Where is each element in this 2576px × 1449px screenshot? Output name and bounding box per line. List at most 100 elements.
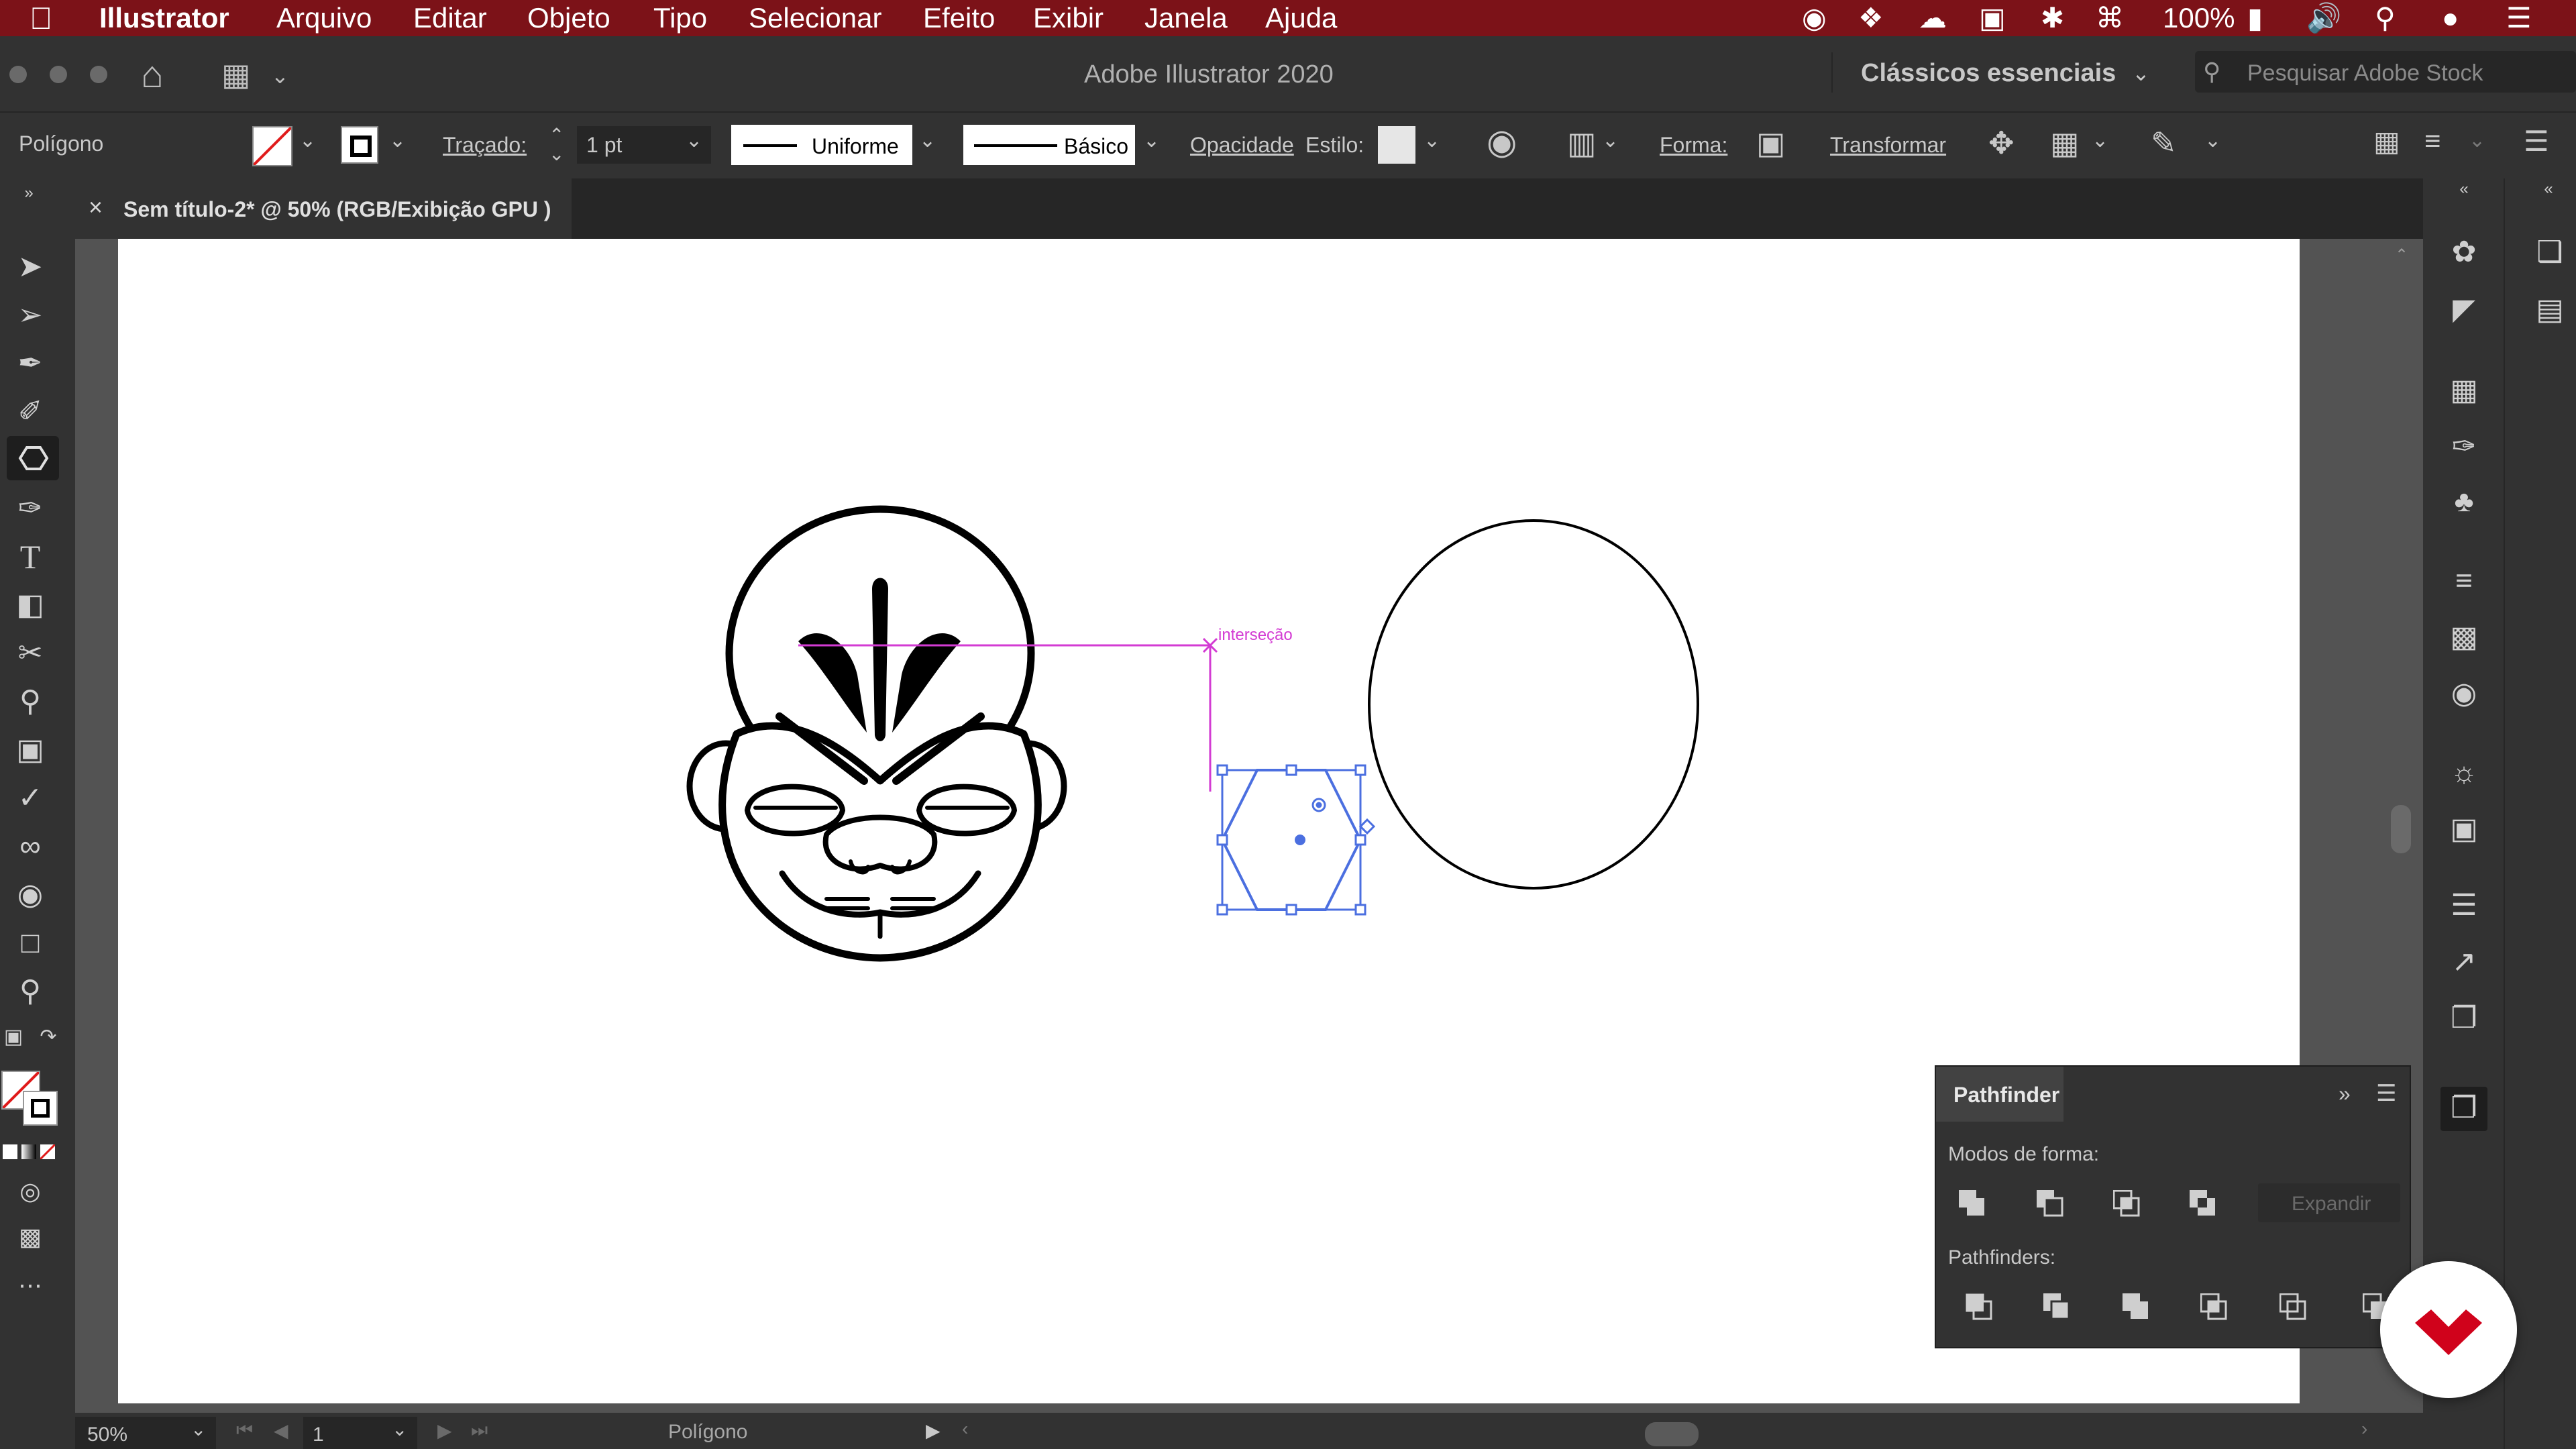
menu-exibir[interactable]: Exibir bbox=[1033, 0, 1104, 36]
distribute-icon[interactable]: ≡ bbox=[2424, 125, 2441, 157]
libraries-icon[interactable]: ❑ bbox=[2526, 232, 2573, 272]
menu-janela[interactable]: Janela bbox=[1144, 0, 1228, 36]
arrange-documents-icon[interactable]: ▦ bbox=[221, 56, 250, 93]
menu-tipo[interactable]: Tipo bbox=[653, 0, 707, 36]
swatches-icon[interactable]: ▦ bbox=[2440, 370, 2487, 411]
properties-icon[interactable]: ▤ bbox=[2526, 290, 2573, 330]
brushes-icon[interactable]: ✑ bbox=[2440, 427, 2487, 467]
spotlight-search-icon[interactable]: ⚲ bbox=[2375, 0, 2396, 36]
menu-editar[interactable]: Editar bbox=[413, 0, 487, 36]
transform-each-icon[interactable]: ✥ bbox=[1988, 125, 2015, 161]
opacity-label[interactable]: Opacidade bbox=[1190, 133, 1294, 158]
free-transform-tool-icon[interactable]: ⚲ bbox=[7, 682, 54, 722]
shape-properties-icon[interactable]: ▣ bbox=[1756, 125, 1785, 161]
selection-tool-icon[interactable]: ➤ bbox=[7, 247, 54, 287]
stock-search-input[interactable]: ⚲ Pesquisar Adobe Stock bbox=[2195, 51, 2576, 93]
scissors-tool-icon[interactable]: ✂ bbox=[7, 633, 54, 674]
brush-definition[interactable]: Básico bbox=[963, 125, 1135, 165]
window-minimize-button[interactable] bbox=[50, 66, 67, 83]
collapse-chevron-icon[interactable]: « bbox=[2440, 181, 2487, 197]
chevron-down-icon[interactable]: ⌄ bbox=[2132, 60, 2150, 86]
chevron-down-icon[interactable]: ⌄ bbox=[1424, 129, 1440, 152]
bluetooth-icon[interactable]: ✱ bbox=[2041, 0, 2064, 36]
align-icon[interactable]: ▦ bbox=[2050, 125, 2079, 161]
menu-ajuda[interactable]: Ajuda bbox=[1265, 0, 1337, 36]
blend-tool-icon[interactable]: ∞ bbox=[7, 826, 54, 867]
color-mode-button[interactable] bbox=[3, 1144, 17, 1159]
first-artboard-icon[interactable]: ⏮ bbox=[236, 1419, 253, 1442]
siri-icon[interactable]: ● bbox=[2442, 0, 2459, 36]
chevron-down-icon[interactable]: ⌄ bbox=[919, 129, 936, 152]
gradient-tool-icon[interactable]: ▣ bbox=[7, 730, 54, 770]
next-artboard-icon[interactable]: ▶ bbox=[437, 1419, 452, 1442]
artboards-icon[interactable]: ❐ bbox=[2440, 998, 2487, 1038]
gradient-mode-button[interactable] bbox=[21, 1144, 36, 1159]
horizontal-scroll-thumb[interactable] bbox=[1645, 1422, 1699, 1446]
record-icon[interactable]: ◉ bbox=[1802, 0, 1827, 36]
transform-label[interactable]: Transformar bbox=[1830, 133, 1946, 158]
symbol-sprayer-tool-icon[interactable]: ◉ bbox=[7, 875, 54, 915]
exclude-button[interactable] bbox=[2190, 1190, 2218, 1218]
workspace-switcher[interactable]: Clássicos essenciais bbox=[1861, 59, 2116, 88]
artboard-tool-icon[interactable]: □ bbox=[7, 923, 54, 963]
vertical-scroll-thumb[interactable] bbox=[2391, 805, 2411, 853]
previous-artboard-icon[interactable]: ◀ bbox=[274, 1419, 288, 1442]
brand-badge[interactable] bbox=[2380, 1261, 2517, 1398]
crop-button[interactable] bbox=[2200, 1293, 2229, 1322]
paintbrush-tool-icon[interactable]: ✑ bbox=[7, 488, 54, 529]
dropbox-icon[interactable]: ❖ bbox=[1858, 0, 1884, 36]
stroke-weight-field[interactable]: 1 pt ⌄ bbox=[577, 126, 711, 164]
collapse-chevron-icon[interactable]: « bbox=[2525, 181, 2572, 197]
chevron-down-icon[interactable]: ⌄ bbox=[299, 129, 316, 152]
panel-menu-icon[interactable]: ☰ bbox=[2376, 1080, 2396, 1107]
eyedropper-tool-icon[interactable]: ✓ bbox=[7, 778, 54, 818]
align-to-icon[interactable]: ▥ bbox=[1567, 125, 1596, 161]
chevron-down-icon[interactable]: ⌄ bbox=[389, 129, 406, 152]
puppet-warp-icon[interactable]: ✎ bbox=[2151, 125, 2177, 161]
swap-fill-stroke-icon[interactable]: ↷ bbox=[35, 1017, 62, 1057]
transparency-icon[interactable]: ◉ bbox=[2440, 674, 2487, 714]
expand-button[interactable]: Expandir bbox=[2258, 1183, 2400, 1222]
graphic-style-swatch[interactable] bbox=[1378, 126, 1415, 164]
trim-button[interactable] bbox=[2043, 1293, 2072, 1322]
reflect-tool-icon[interactable]: ◧ bbox=[7, 585, 54, 625]
fill-swatch[interactable] bbox=[252, 126, 292, 166]
notification-center-icon[interactable]: ☰ bbox=[2506, 0, 2532, 36]
control-menu-icon[interactable]: ☰ bbox=[2524, 125, 2549, 158]
pen-tool-icon[interactable]: ✒ bbox=[7, 343, 54, 384]
zoom-field[interactable]: 50% ⌄ bbox=[75, 1417, 216, 1449]
stroke-swatch[interactable] bbox=[341, 126, 378, 164]
creative-cloud-icon[interactable]: ☁ bbox=[1919, 0, 1947, 36]
stroke-stepper[interactable]: ⌃ ⌄ bbox=[549, 126, 564, 164]
export-icon[interactable]: ↗ bbox=[2440, 942, 2487, 982]
menu-arquivo[interactable]: Arquivo bbox=[276, 0, 372, 36]
pathfinder-dock-button[interactable]: ❐ bbox=[2440, 1087, 2487, 1131]
wifi-icon[interactable]: ⌘ bbox=[2096, 0, 2124, 36]
collapse-chevron-icon[interactable]: » bbox=[5, 185, 52, 201]
color-guide-icon[interactable]: ✿ bbox=[2440, 232, 2487, 272]
gradient-panel-icon[interactable]: ▩ bbox=[2440, 617, 2487, 657]
document-tab[interactable]: × Sem título-2* @ 50% (RGB/Exibição GPU … bbox=[75, 178, 572, 239]
chevron-down-icon[interactable]: ⌄ bbox=[1143, 129, 1160, 152]
display-icon[interactable]: ▣ bbox=[1979, 0, 2006, 36]
graphic-styles-icon[interactable]: ▣ bbox=[2440, 809, 2487, 849]
chevron-down-icon[interactable]: ⌄ bbox=[2469, 129, 2485, 152]
default-fill-stroke-icon[interactable]: ▣ bbox=[0, 1017, 27, 1057]
merge-button[interactable] bbox=[2123, 1293, 2151, 1322]
status-menu-arrow-icon[interactable]: ▶ bbox=[926, 1419, 941, 1442]
pathfinder-tab[interactable]: Pathfinder bbox=[1936, 1067, 2063, 1122]
app-name-menu[interactable]: Illustrator bbox=[99, 0, 229, 36]
direct-selection-tool-icon[interactable]: ➢ bbox=[7, 295, 54, 335]
window-close-button[interactable] bbox=[9, 66, 27, 83]
last-artboard-icon[interactable]: ⏭ bbox=[471, 1419, 488, 1442]
chevron-down-icon[interactable]: ⌄ bbox=[1602, 129, 1619, 152]
shape-label[interactable]: Forma: bbox=[1660, 133, 1727, 158]
artboard-number-field[interactable]: 1 ⌄ bbox=[303, 1417, 417, 1449]
volume-icon[interactable]: 🔊 bbox=[2306, 0, 2341, 36]
variable-width-profile[interactable]: Uniforme bbox=[731, 125, 912, 165]
polygon-tool-active[interactable] bbox=[7, 436, 59, 480]
window-zoom-button[interactable] bbox=[90, 66, 107, 83]
draw-mode-icon[interactable]: ◎ bbox=[7, 1171, 54, 1212]
collapse-chevron-icon[interactable]: » bbox=[2339, 1081, 2351, 1106]
menu-selecionar[interactable]: Selecionar bbox=[749, 0, 881, 36]
